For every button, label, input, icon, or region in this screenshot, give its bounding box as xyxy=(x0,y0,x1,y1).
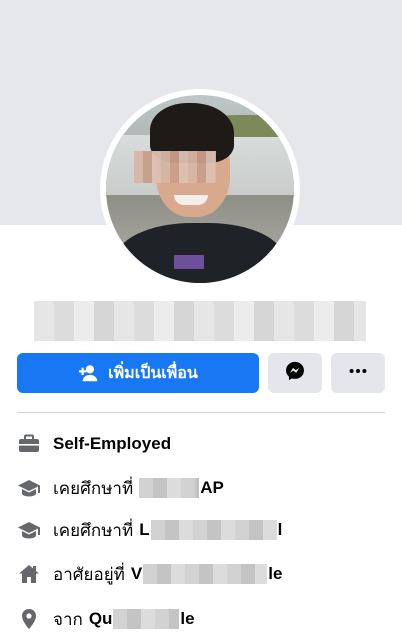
add-friend-label: เพิ่มเป็นเพื่อน xyxy=(108,364,198,382)
redacted-text xyxy=(150,520,277,540)
more-options-button[interactable] xyxy=(331,353,385,393)
graduation-cap-icon xyxy=(17,476,41,500)
intro-work: Self-Employed xyxy=(17,431,171,457)
avatar xyxy=(106,95,294,283)
from-head[interactable]: Qu xyxy=(89,609,113,629)
education-2-tail[interactable]: l xyxy=(278,520,283,540)
messenger-icon xyxy=(284,360,306,387)
from-prefix: จาก xyxy=(53,609,83,629)
divider xyxy=(17,412,385,413)
lives-head[interactable]: V xyxy=(131,564,142,584)
from-tail[interactable]: le xyxy=(180,609,194,629)
briefcase-icon xyxy=(17,432,41,456)
face-blur xyxy=(134,151,216,183)
graduation-cap-icon xyxy=(17,518,41,542)
lives-tail[interactable]: le xyxy=(268,564,282,584)
redacted-text xyxy=(143,564,268,584)
house-icon xyxy=(17,562,41,586)
intro-lives-in: อาศัยอยู่ที่ V le xyxy=(17,561,282,587)
redacted-text xyxy=(113,609,180,629)
person-plus-icon xyxy=(78,362,100,384)
intro-education-1: เคยศึกษาที่ AP xyxy=(17,475,224,501)
intro-education-2: เคยศึกษาที่ L l xyxy=(17,517,282,543)
education-2-head[interactable]: L xyxy=(139,520,149,540)
work-text: Self-Employed xyxy=(53,434,172,453)
more-dots-icon xyxy=(347,360,369,387)
education-1-prefix: เคยศึกษาที่ xyxy=(53,478,134,498)
profile-name-redacted xyxy=(34,301,366,341)
redacted-text xyxy=(139,478,200,498)
add-friend-button[interactable]: เพิ่มเป็นเพื่อน xyxy=(17,353,259,393)
education-2-prefix: เคยศึกษาที่ xyxy=(53,520,134,540)
location-pin-icon xyxy=(17,607,41,631)
profile-picture[interactable] xyxy=(100,89,300,289)
education-1-tail[interactable]: AP xyxy=(200,478,224,498)
intro-from: จาก Qu le xyxy=(17,606,195,632)
lives-prefix: อาศัยอยู่ที่ xyxy=(53,564,125,584)
message-button[interactable] xyxy=(268,353,322,393)
